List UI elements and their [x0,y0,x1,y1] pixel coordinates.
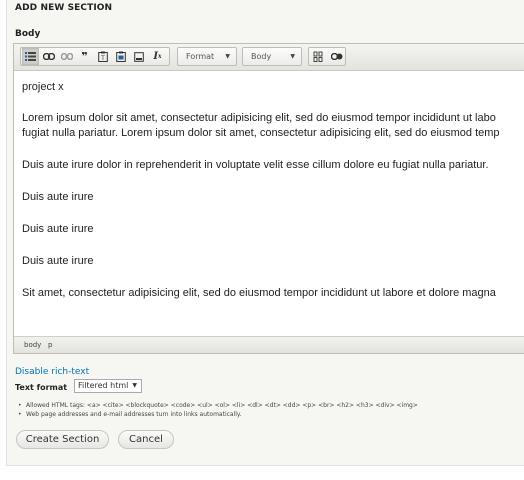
text-format-select[interactable]: Filtered html ▼ [74,379,142,393]
text-format-label: Text format [15,383,68,392]
section-title: ADD NEW SECTION [15,3,113,13]
cancel-button[interactable]: Cancel [118,430,174,449]
body-label: Body [15,29,41,39]
style-combo-label: Body [251,52,272,61]
editor-paragraph: Sit amet, consectetur adipisicing elit, … [22,287,496,299]
style-combo[interactable]: Body ▼ [242,47,302,66]
link-icon[interactable] [40,48,57,65]
disable-rich-text-link[interactable]: Disable rich-text [15,367,89,377]
unlink-icon[interactable] [58,48,75,65]
blockquote-icon[interactable]: ❞ [76,48,93,65]
editor-paragraph: Duis aute irure dolor in reprehenderit i… [22,159,489,171]
paste-word-icon[interactable] [112,48,129,65]
editor-paragraph: Duis aute irure [22,255,94,267]
rich-text-editor: ❞ T Ix Format ▼ Body ▼ project x Lorem i… [13,43,524,354]
format-combo[interactable]: Format ▼ [177,47,237,66]
editor-paragraph: Duis aute irure [22,223,94,235]
paste-text-icon[interactable]: T [94,48,111,65]
template-icon[interactable] [130,48,147,65]
format-tip: Web page addresses and e-mail addresses … [18,410,418,419]
chevron-down-icon: ▼ [225,53,230,60]
bulleted-list-icon[interactable] [22,48,39,65]
format-combo-label: Format [186,52,215,61]
editor-paragraph: fugiat nulla pariatur. Lorem ipsum dolor… [22,127,500,139]
path-item-body[interactable]: body [24,341,41,349]
path-item-p[interactable]: p [48,341,52,349]
editor-content[interactable]: project x Lorem ipsum dolor sit amet, co… [14,71,524,337]
element-path-bar: body p [14,336,524,353]
format-tips: Allowed HTML tags: <a> <cite> <blockquot… [18,401,418,419]
source-icon[interactable] [310,48,327,65]
chevron-down-icon: ▼ [132,382,137,389]
text-format-value: Filtered html [78,381,129,390]
toolbar-group-1: ❞ T Ix [20,47,170,66]
editor-toolbar: ❞ T Ix Format ▼ Body ▼ [14,44,524,71]
svg-text:T: T [100,55,105,62]
editor-paragraph: project x [22,81,64,93]
chevron-down-icon: ▼ [290,53,295,60]
remove-format-icon[interactable]: Ix [149,48,166,65]
show-blocks-icon[interactable] [328,48,345,65]
format-tip: Allowed HTML tags: <a> <cite> <blockquot… [18,401,418,410]
create-section-button[interactable]: Create Section [16,430,109,449]
toolbar-group-2 [308,47,346,66]
editor-paragraph: Duis aute irure [22,191,94,203]
editor-paragraph: Lorem ipsum dolor sit amet, consectetur … [22,112,496,124]
